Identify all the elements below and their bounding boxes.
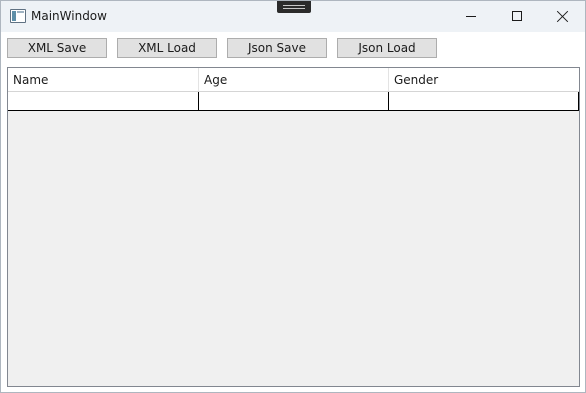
minimize-button[interactable]: [449, 1, 495, 32]
window-title: MainWindow: [31, 9, 107, 23]
column-header-gender[interactable]: Gender: [389, 68, 579, 91]
main-window: MainWindow XML Save XML Load Json Save J…: [0, 0, 586, 393]
maximize-icon: [512, 11, 522, 21]
app-window-icon: [10, 9, 26, 23]
drag-grip-handle[interactable]: [277, 1, 311, 13]
table-row[interactable]: [8, 92, 579, 111]
maximize-button[interactable]: [494, 1, 540, 32]
data-grid[interactable]: Name Age Gender: [7, 67, 580, 387]
json-load-button[interactable]: Json Load: [337, 38, 437, 58]
cell-name[interactable]: [8, 92, 199, 110]
column-header-name[interactable]: Name: [8, 68, 199, 91]
cell-age[interactable]: [199, 92, 389, 110]
close-button[interactable]: [540, 1, 585, 32]
title-bar[interactable]: MainWindow: [1, 1, 585, 32]
json-save-button[interactable]: Json Save: [227, 38, 327, 58]
cell-gender[interactable]: [389, 92, 579, 110]
column-header-age[interactable]: Age: [199, 68, 389, 91]
grid-header-row: Name Age Gender: [8, 68, 579, 92]
xml-load-button[interactable]: XML Load: [117, 38, 217, 58]
xml-save-button[interactable]: XML Save: [7, 38, 107, 58]
close-icon: [556, 10, 569, 23]
minimize-icon: [466, 16, 476, 17]
